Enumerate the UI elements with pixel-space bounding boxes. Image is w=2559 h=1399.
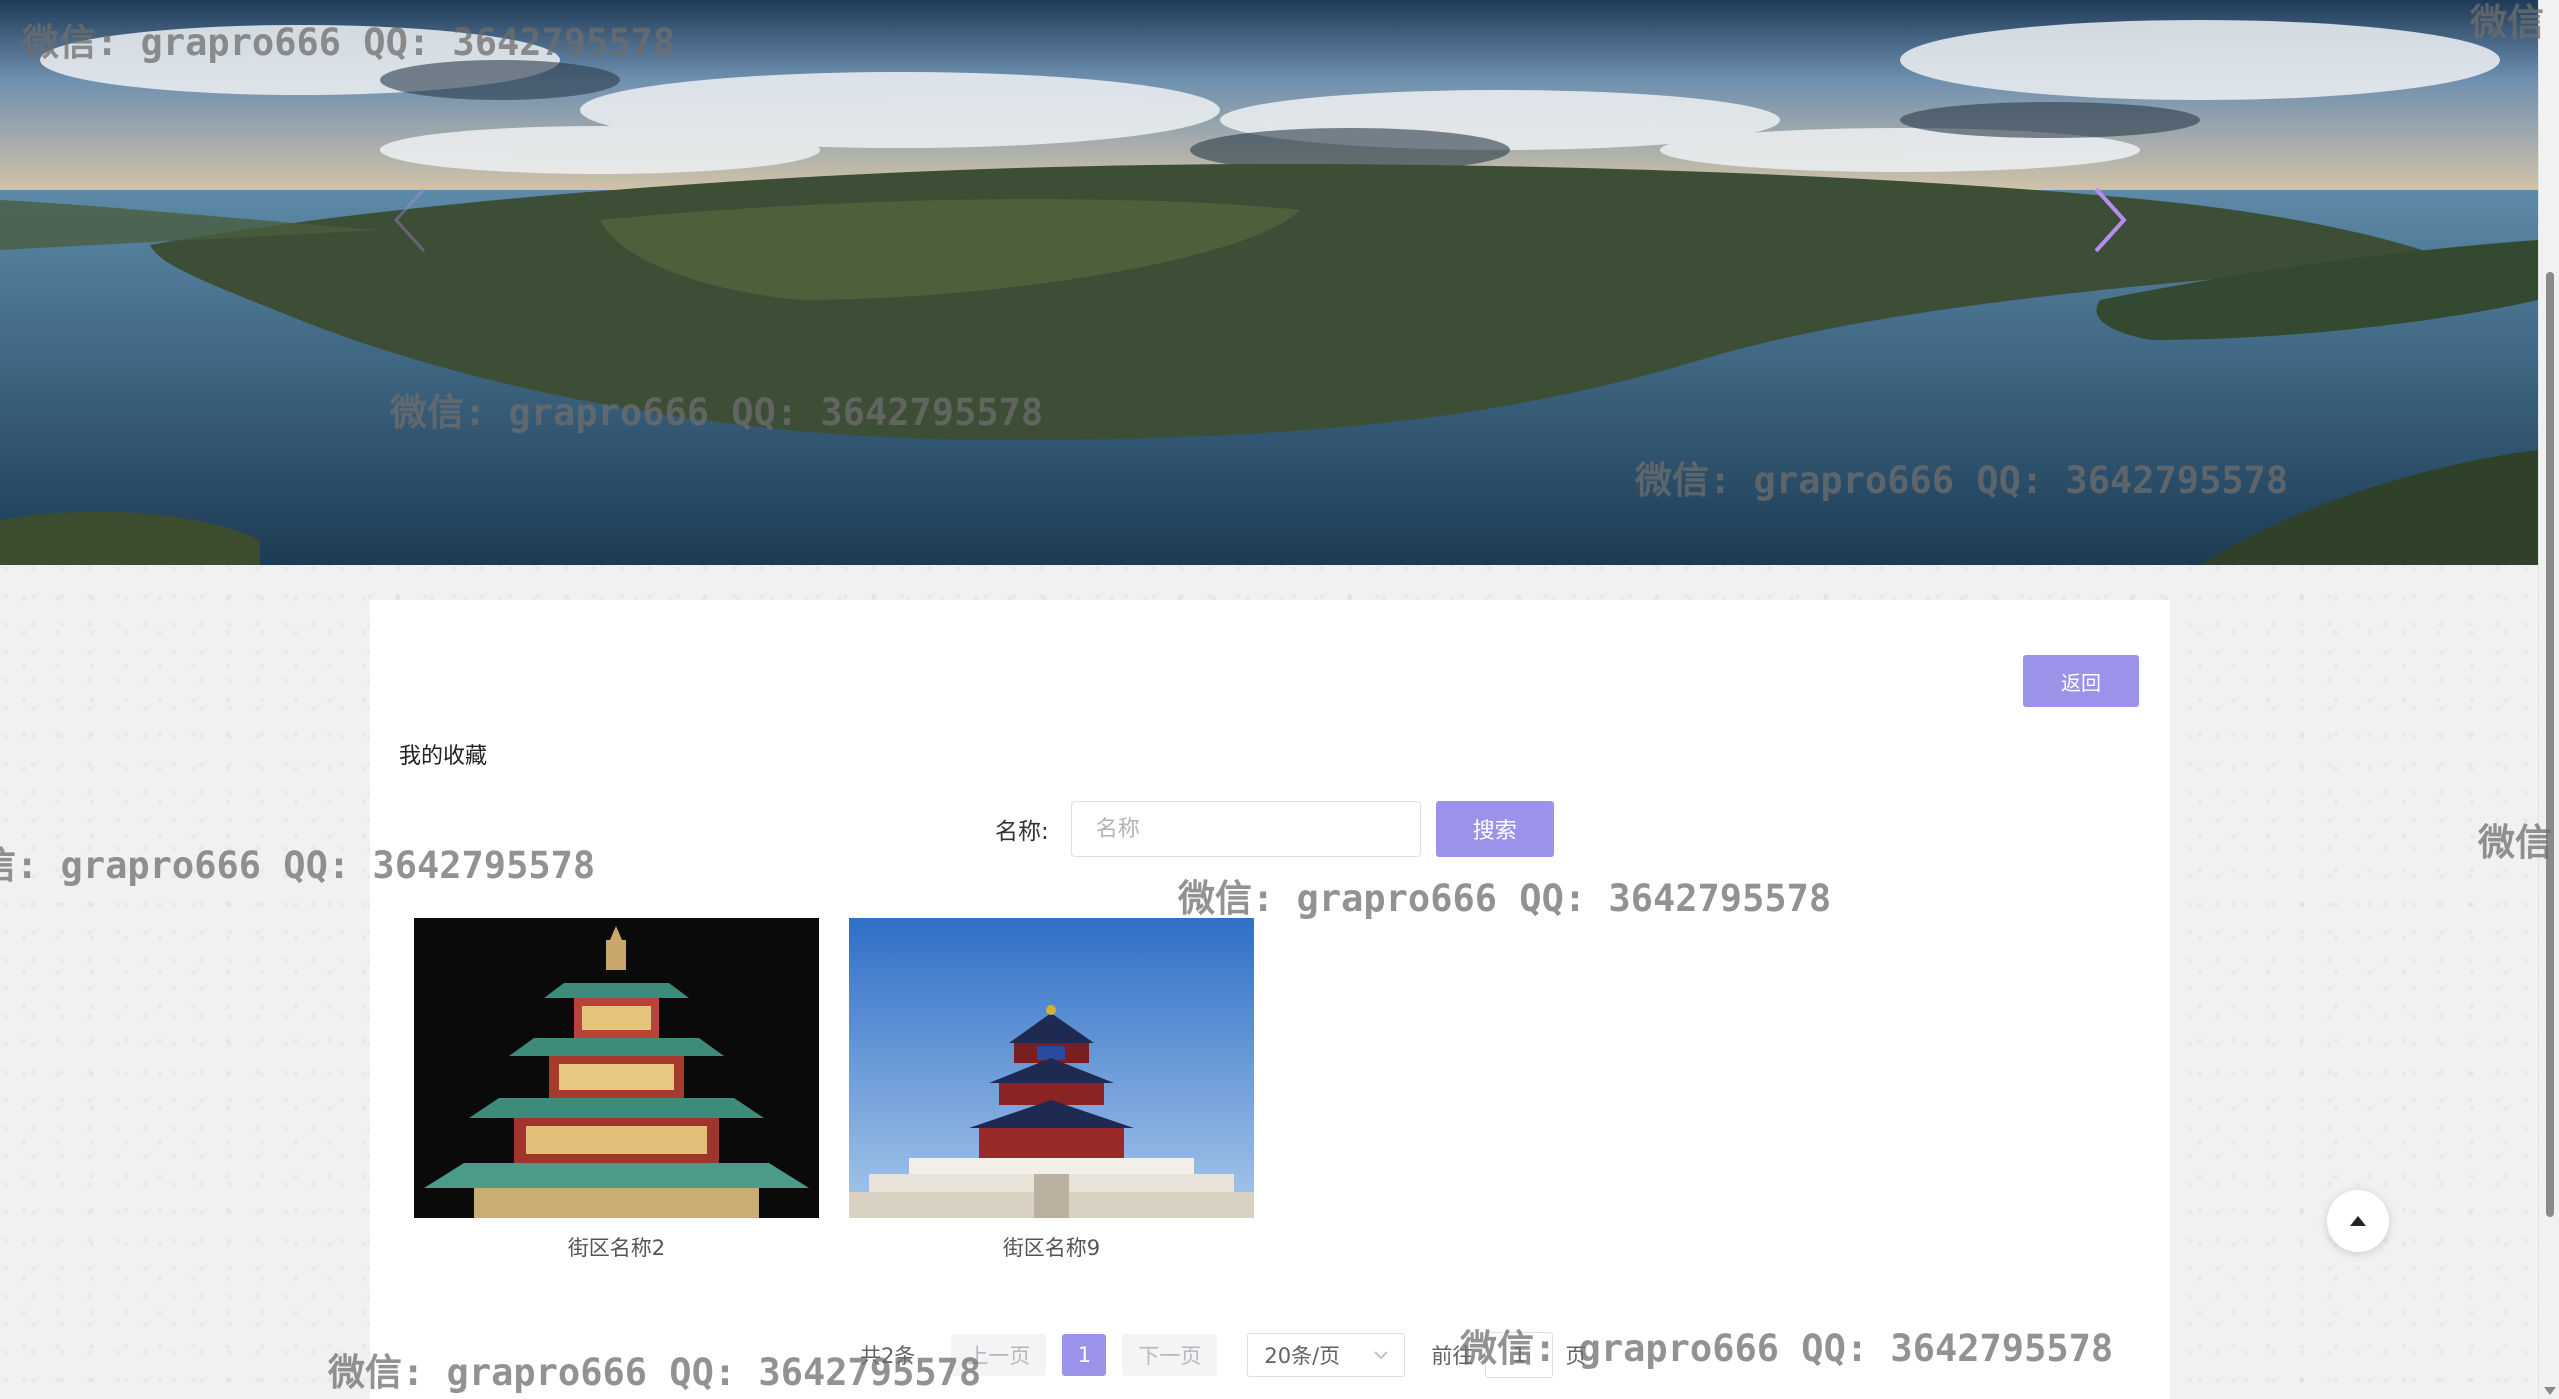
watermark-text: 微信 bbox=[2470, 1, 2544, 44]
temple-of-heaven-image bbox=[849, 918, 1254, 1218]
favorite-card-name: 街区名称9 bbox=[1002, 1236, 1101, 1260]
back-to-top-button[interactable] bbox=[2327, 1190, 2389, 1252]
favorite-card[interactable]: 街区名称9 bbox=[849, 918, 1254, 1262]
watermark-text: 微信: grapro666 QQ: 3642795578 bbox=[390, 391, 1044, 434]
watermark-text: 微信: grapro666 QQ: 3642795578 bbox=[328, 1351, 982, 1394]
watermark-text: 微信: grapro666 QQ: 3642795578 bbox=[22, 21, 676, 64]
chevron-down-icon bbox=[1374, 1351, 1389, 1360]
page-number-button[interactable]: 1 bbox=[1062, 1334, 1107, 1376]
favorite-card[interactable]: 街区名称2 bbox=[414, 918, 819, 1262]
watermark-text: 微信: grapro666 QQ: 3642795578 bbox=[0, 844, 596, 887]
scrollbar-thumb[interactable] bbox=[2546, 272, 2554, 1217]
search-bar: 名称: 搜索 bbox=[995, 800, 1554, 858]
favorites-grid: 街区名称2 街区名称9 bbox=[414, 918, 1254, 1262]
scroll-down-arrow-icon[interactable] bbox=[2544, 1387, 2556, 1395]
next-page-button[interactable]: 下一页 bbox=[1122, 1334, 1218, 1376]
back-button[interactable]: 返回 bbox=[2023, 655, 2139, 707]
page-size-value: 20条/页 bbox=[1264, 1344, 1341, 1368]
watermark-text: 微信: grapro666 QQ: 3642795578 bbox=[1178, 877, 1832, 920]
favorites-panel: 返回 我的收藏 名称: 搜索 bbox=[370, 600, 2170, 1399]
pagoda-image bbox=[414, 918, 819, 1218]
favorite-card-name: 街区名称2 bbox=[567, 1236, 666, 1260]
page-scrollbar[interactable] bbox=[2538, 0, 2559, 1399]
page-size-select[interactable]: 20条/页 bbox=[1247, 1333, 1406, 1377]
watermark-text: 微信: grapro666 QQ: 3642795578 bbox=[1460, 1327, 2114, 1370]
search-label: 名称: bbox=[995, 819, 1049, 845]
watermark-text: 微信 bbox=[2478, 821, 2552, 864]
carousel-next-arrow-icon[interactable] bbox=[2090, 185, 2150, 271]
page-title: 我的收藏 bbox=[399, 744, 488, 769]
caret-up-icon bbox=[2350, 1216, 2366, 1226]
watermark-text: 微信: grapro666 QQ: 3642795578 bbox=[1635, 459, 2289, 502]
search-button[interactable]: 搜索 bbox=[1435, 801, 1554, 857]
search-input[interactable] bbox=[1070, 801, 1421, 857]
carousel-prev-arrow-icon[interactable] bbox=[390, 185, 450, 271]
